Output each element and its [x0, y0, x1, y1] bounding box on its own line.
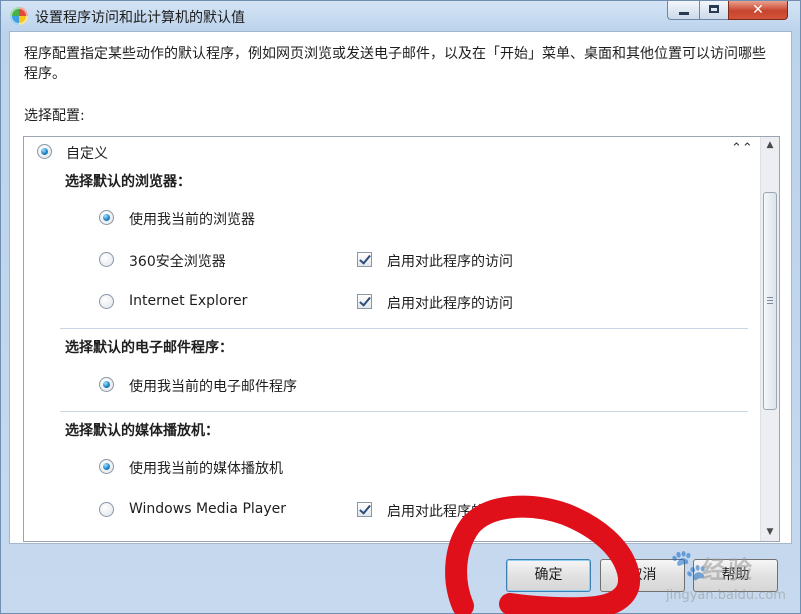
- minimize-button[interactable]: [667, 1, 700, 20]
- dialog-content: 程序配置指定某些动作的默认程序，例如网页浏览或发送电子邮件，以及在「开始」菜单、…: [9, 31, 792, 544]
- option-label-internet-explorer: Internet Explorer: [129, 293, 248, 309]
- option-label-current-email: 使用我当前的电子邮件程序: [129, 379, 297, 395]
- config-list-content: 自定义 ⌃⌃ 选择默认的浏览器： 使用我当前的浏览器 360安全浏览器 启用对此…: [24, 137, 760, 541]
- option-label-360-browser: 360安全浏览器: [129, 254, 226, 270]
- radio-windows-media-player[interactable]: [99, 502, 114, 517]
- option-label-windows-media-player: Windows Media Player: [129, 501, 287, 517]
- checkbox-enable-360-access[interactable]: [357, 252, 372, 267]
- minimize-icon: [679, 12, 689, 15]
- radio-360-browser[interactable]: [99, 252, 114, 267]
- radio-current-email[interactable]: [99, 377, 114, 392]
- watermark: 🐾 经验 jingyan.baidu.com: [610, 544, 795, 608]
- maximize-button[interactable]: [699, 1, 729, 20]
- access-label-ie: 启用对此程序的访问: [387, 296, 513, 312]
- scrollbar-thumb[interactable]: [763, 192, 777, 410]
- watermark-url: jingyan.baidu.com: [666, 588, 786, 603]
- grip-icon: [767, 297, 773, 304]
- dialog-window: 设置程序访问和此计算机的默认值 ✕ 程序配置指定某些动作的默认程序，例如网页浏览…: [0, 0, 801, 614]
- watermark-text: 经验: [702, 556, 754, 584]
- section-divider: [60, 411, 748, 412]
- config-list: 自定义 ⌃⌃ 选择默认的浏览器： 使用我当前的浏览器 360安全浏览器 启用对此…: [23, 136, 780, 542]
- scroll-down-arrow-icon[interactable]: ▼: [761, 524, 779, 541]
- section-heading-browser: 选择默认的浏览器：: [65, 174, 191, 190]
- close-icon: ✕: [752, 2, 764, 18]
- checkbox-enable-wmp-access[interactable]: [357, 502, 372, 517]
- checkbox-enable-ie-access[interactable]: [357, 294, 372, 309]
- select-config-label: 选择配置:: [24, 108, 85, 124]
- ok-button[interactable]: 确定: [506, 559, 591, 592]
- config-radio-custom[interactable]: [37, 144, 52, 159]
- window-title: 设置程序访问和此计算机的默认值: [35, 10, 245, 26]
- vertical-scrollbar[interactable]: ▲ ▼: [760, 137, 779, 541]
- title-bar[interactable]: 设置程序访问和此计算机的默认值 ✕: [1, 1, 801, 31]
- scroll-up-arrow-icon[interactable]: ▲: [761, 137, 779, 154]
- close-button[interactable]: ✕: [728, 1, 788, 20]
- access-label-wmp: 启用对此程序的访问: [387, 504, 513, 520]
- section-heading-email: 选择默认的电子邮件程序：: [65, 340, 233, 356]
- maximize-icon: [709, 5, 719, 13]
- radio-current-browser[interactable]: [99, 210, 114, 225]
- config-name: 自定义: [66, 146, 108, 162]
- radio-current-media[interactable]: [99, 459, 114, 474]
- app-icon: [10, 7, 28, 25]
- description-text: 程序配置指定某些动作的默认程序，例如网页浏览或发送电子邮件，以及在「开始」菜单、…: [24, 46, 766, 82]
- section-heading-media: 选择默认的媒体播放机：: [65, 423, 219, 439]
- option-label-current-browser: 使用我当前的浏览器: [129, 212, 255, 228]
- access-label-360: 启用对此程序的访问: [387, 254, 513, 270]
- option-label-current-media: 使用我当前的媒体播放机: [129, 461, 283, 477]
- radio-internet-explorer[interactable]: [99, 294, 114, 309]
- section-divider: [60, 328, 748, 329]
- chevron-double-up-icon[interactable]: ⌃⌃: [731, 141, 753, 156]
